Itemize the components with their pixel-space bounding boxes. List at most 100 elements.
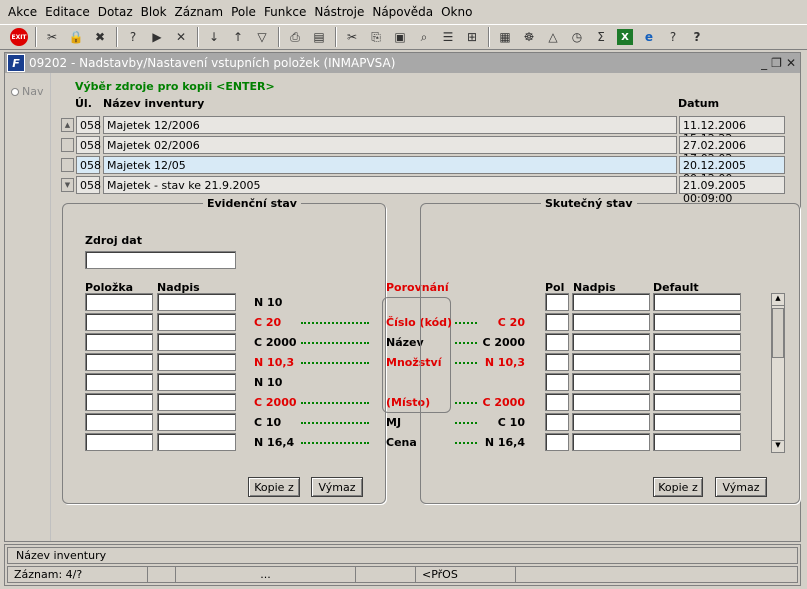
default-input-0[interactable] [653, 293, 741, 311]
source-name-1[interactable]: Majetek 02/2006 [103, 136, 677, 154]
zdroj-input[interactable] [85, 251, 236, 269]
pol-input-4[interactable] [545, 373, 569, 391]
evidencni-kopie-button[interactable]: Kopie z [248, 477, 300, 497]
menu-item-2[interactable]: Dotaz [98, 5, 133, 19]
polozka-input-1[interactable] [85, 313, 153, 331]
polozka-input-2[interactable] [85, 333, 153, 351]
scroll-down-icon[interactable]: ▼ [61, 178, 74, 192]
list-icon[interactable]: ☰ [437, 26, 459, 48]
menu-item-5[interactable]: Pole [231, 5, 256, 19]
pol-input-0[interactable] [545, 293, 569, 311]
menu-item-9[interactable]: Okno [441, 5, 472, 19]
skut-nadpis-input-4[interactable] [572, 373, 650, 391]
scroll-up-icon[interactable]: ▲ [772, 294, 784, 306]
polozka-input-0[interactable] [85, 293, 153, 311]
menu-item-3[interactable]: Blok [141, 5, 167, 19]
pol-input-7[interactable] [545, 433, 569, 451]
nadpis-input-2[interactable] [157, 333, 236, 351]
default-input-3[interactable] [653, 353, 741, 371]
source-ul-1[interactable]: 058 [76, 136, 101, 154]
polozka-input-5[interactable] [85, 393, 153, 411]
sort-ascending-icon[interactable]: ↓ [203, 26, 225, 48]
evidencni-vymaz-button[interactable]: Výmaz [311, 477, 363, 497]
calculator-icon[interactable]: ▦ [494, 26, 516, 48]
row-marker[interactable] [61, 138, 74, 152]
scroll-thumb[interactable] [772, 308, 784, 358]
source-ul-3[interactable]: 058 [76, 176, 101, 194]
wheel-icon[interactable]: ☸ [518, 26, 540, 48]
default-input-6[interactable] [653, 413, 741, 431]
nadpis-input-0[interactable] [157, 293, 236, 311]
minimize-icon[interactable]: _ [761, 56, 767, 70]
skut-nadpis-input-0[interactable] [572, 293, 650, 311]
polozka-input-4[interactable] [85, 373, 153, 391]
source-date-0[interactable]: 11.12.2006 15:12:22 [679, 116, 785, 145]
source-ul-0[interactable]: 058 [76, 116, 101, 134]
help-topic-icon[interactable]: ? [662, 26, 684, 48]
source-name-0[interactable]: Majetek 12/2006 [103, 116, 677, 134]
menu-item-8[interactable]: Nápověda [372, 5, 433, 19]
skut-nadpis-input-5[interactable] [572, 393, 650, 411]
clock-icon[interactable]: ◷ [566, 26, 588, 48]
nav-radio[interactable]: Nav [11, 85, 43, 98]
skut-nadpis-input-3[interactable] [572, 353, 650, 371]
scroll-up-icon[interactable]: ▲ [61, 118, 74, 132]
skut-nadpis-input-6[interactable] [572, 413, 650, 431]
query-execute-icon[interactable]: ▶ [146, 26, 168, 48]
nadpis-input-1[interactable] [157, 313, 236, 331]
pol-input-3[interactable] [545, 353, 569, 371]
close-icon[interactable]: ✕ [786, 56, 796, 70]
nadpis-input-4[interactable] [157, 373, 236, 391]
query-enter-icon[interactable]: ? [122, 26, 144, 48]
skut-nadpis-input-2[interactable] [572, 333, 650, 351]
menu-item-0[interactable]: Akce [8, 5, 37, 19]
print-preview-icon[interactable]: ▤ [308, 26, 330, 48]
pol-input-2[interactable] [545, 333, 569, 351]
default-input-5[interactable] [653, 393, 741, 411]
exit-icon[interactable]: EXIT [8, 26, 30, 48]
sort-descending-icon[interactable]: ↑ [227, 26, 249, 48]
default-input-7[interactable] [653, 433, 741, 451]
nadpis-input-3[interactable] [157, 353, 236, 371]
browser-icon[interactable]: e [638, 26, 660, 48]
nadpis-input-7[interactable] [157, 433, 236, 451]
skut-nadpis-input-1[interactable] [572, 313, 650, 331]
source-date-2[interactable]: 20.12.2005 00:12:00 [679, 156, 785, 185]
filter-icon[interactable]: ▽ [251, 26, 273, 48]
nadpis-input-5[interactable] [157, 393, 236, 411]
source-name-3[interactable]: Majetek - stav ke 21.9.2005 [103, 176, 677, 194]
source-ul-2[interactable]: 058 [76, 156, 101, 174]
menu-item-4[interactable]: Záznam [175, 5, 224, 19]
pol-input-5[interactable] [545, 393, 569, 411]
scissors-icon[interactable]: ✂ [341, 26, 363, 48]
clear-record-icon[interactable]: ✖ [89, 26, 111, 48]
source-date-1[interactable]: 27.02.2006 17:02:02 [679, 136, 785, 165]
query-cancel-icon[interactable]: ✕ [170, 26, 192, 48]
default-input-2[interactable] [653, 333, 741, 351]
menu-item-1[interactable]: Editace [45, 5, 90, 19]
polozka-input-3[interactable] [85, 353, 153, 371]
skutecny-vymaz-button[interactable]: Výmaz [715, 477, 767, 497]
scroll-down-icon[interactable]: ▼ [772, 440, 784, 452]
default-input-4[interactable] [653, 373, 741, 391]
source-date-3[interactable]: 21.09.2005 00:09:00 [679, 176, 785, 205]
pol-input-1[interactable] [545, 313, 569, 331]
tree-icon[interactable]: ⊞ [461, 26, 483, 48]
restore-icon[interactable]: ❐ [771, 56, 782, 70]
menu-item-7[interactable]: Nástroje [314, 5, 364, 19]
row-marker[interactable] [61, 158, 74, 172]
skut-nadpis-input-7[interactable] [572, 433, 650, 451]
menu-item-6[interactable]: Funkce [264, 5, 306, 19]
excel-icon[interactable]: X [614, 26, 636, 48]
pol-input-6[interactable] [545, 413, 569, 431]
polozka-input-6[interactable] [85, 413, 153, 431]
source-name-2[interactable]: Majetek 12/05 [103, 156, 677, 174]
paste-icon[interactable]: ▣ [389, 26, 411, 48]
skutecny-kopie-button[interactable]: Kopie z [653, 477, 703, 497]
cut-record-icon[interactable]: ✂ [41, 26, 63, 48]
skutecny-scrollbar[interactable]: ▲ ▼ [771, 293, 785, 453]
nadpis-input-6[interactable] [157, 413, 236, 431]
find-icon[interactable]: ⌕ [413, 26, 435, 48]
sum-icon[interactable]: Σ [590, 26, 612, 48]
copy-icon[interactable]: ⎘ [365, 26, 387, 48]
